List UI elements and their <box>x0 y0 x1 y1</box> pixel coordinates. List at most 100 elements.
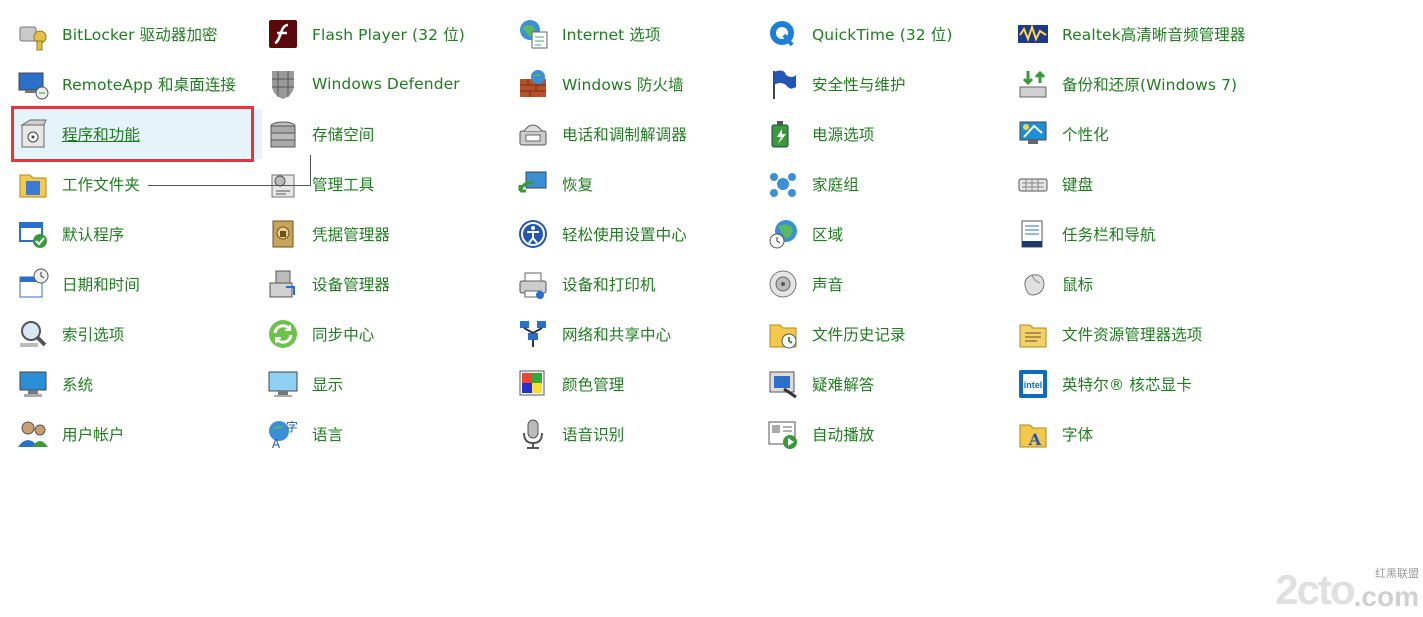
admin-tools-icon <box>266 167 300 201</box>
control-panel-item-label[interactable]: 轻松使用设置中心 <box>562 223 687 245</box>
recovery-icon <box>516 167 550 201</box>
control-panel-item-label[interactable]: 同步中心 <box>312 323 374 345</box>
control-panel-item-label[interactable]: 设备管理器 <box>312 273 390 295</box>
control-panel-item-label[interactable]: 备份和还原(Windows 7) <box>1062 73 1237 95</box>
control-panel-item-network-sharing[interactable]: 网络和共享中心 <box>512 309 762 359</box>
control-panel-item-file-explorer-options[interactable]: 文件资源管理器选项 <box>1012 309 1262 359</box>
control-panel-item-label[interactable]: 声音 <box>812 273 843 295</box>
control-panel-item-label[interactable]: 默认程序 <box>62 223 124 245</box>
network-sharing-icon <box>516 317 550 351</box>
control-panel-item-color-management[interactable]: 颜色管理 <box>512 359 762 409</box>
control-panel-item-label[interactable]: 任务栏和导航 <box>1062 223 1156 245</box>
control-panel-item-bitlocker[interactable]: BitLocker 驱动器加密 <box>12 9 262 59</box>
control-panel-item-label[interactable]: 存储空间 <box>312 123 374 145</box>
devices-printers-icon <box>516 267 550 301</box>
control-panel-item-programs-features[interactable]: 程序和功能 <box>12 109 262 159</box>
control-panel-item-realtek-audio[interactable]: Realtek高清晰音频管理器 <box>1012 9 1262 59</box>
control-panel-item-autoplay[interactable]: 自动播放 <box>762 409 1012 459</box>
control-panel-item-label[interactable]: 语音识别 <box>562 423 624 445</box>
control-panel-item-homegroup[interactable]: 家庭组 <box>762 159 1012 209</box>
control-panel-item-credential-manager[interactable]: 凭据管理器 <box>262 209 512 259</box>
control-panel-item-label[interactable]: 区域 <box>812 223 843 245</box>
control-panel-item-label[interactable]: Flash Player (32 位) <box>312 23 465 45</box>
control-panel-item-label[interactable]: 恢复 <box>562 173 593 195</box>
control-panel-item-sync-center[interactable]: 同步中心 <box>262 309 512 359</box>
control-panel-item-indexing-options[interactable]: 索引选项 <box>12 309 262 359</box>
control-panel-item-label[interactable]: 文件历史记录 <box>812 323 906 345</box>
control-panel-item-label[interactable]: 鼠标 <box>1062 273 1093 295</box>
control-panel-item-backup-restore[interactable]: 备份和还原(Windows 7) <box>1012 59 1262 109</box>
watermark: 2cto 红黑联盟 .com <box>1275 565 1419 611</box>
control-panel-item-language[interactable]: 字 A 语言 <box>262 409 512 459</box>
control-panel-item-label[interactable]: Realtek高清晰音频管理器 <box>1062 23 1246 45</box>
control-panel-item-label[interactable]: 自动播放 <box>812 423 874 445</box>
control-panel-item-sound[interactable]: 声音 <box>762 259 1012 309</box>
control-panel-item-fonts[interactable]: A 字体 <box>1012 409 1262 459</box>
control-panel-item-system[interactable]: 系统 <box>12 359 262 409</box>
control-panel-item-admin-tools[interactable]: 管理工具 <box>262 159 512 209</box>
control-panel-item-speech-recognition[interactable]: 语音识别 <box>512 409 762 459</box>
control-panel-item-label[interactable]: 凭据管理器 <box>312 223 390 245</box>
control-panel-item-label[interactable]: 家庭组 <box>812 173 859 195</box>
control-panel-item-label[interactable]: Internet 选项 <box>562 23 661 45</box>
control-panel-item-label[interactable]: 设备和打印机 <box>562 273 656 295</box>
control-panel-item-personalization[interactable]: 个性化 <box>1012 109 1262 159</box>
control-panel-item-mouse[interactable]: 鼠标 <box>1012 259 1262 309</box>
control-panel-item-label[interactable]: 字体 <box>1062 423 1093 445</box>
control-panel-item-intel-graphics[interactable]: intel 英特尔® 核芯显卡 <box>1012 359 1262 409</box>
control-panel-item-devices-printers[interactable]: 设备和打印机 <box>512 259 762 309</box>
control-panel-item-label[interactable]: 语言 <box>312 423 343 445</box>
control-panel-item-label[interactable]: 颜色管理 <box>562 373 624 395</box>
control-panel-item-label[interactable]: 文件资源管理器选项 <box>1062 323 1202 345</box>
control-panel-item-keyboard[interactable]: 键盘 <box>1012 159 1262 209</box>
control-panel-item-ease-of-access[interactable]: 轻松使用设置中心 <box>512 209 762 259</box>
realtek-audio-icon <box>1016 17 1050 51</box>
control-panel-item-region[interactable]: 区域 <box>762 209 1012 259</box>
control-panel-item-flash-player[interactable]: Flash Player (32 位) <box>262 9 512 59</box>
control-panel-item-label[interactable]: Windows 防火墙 <box>562 73 684 95</box>
control-panel-item-label[interactable]: 管理工具 <box>312 173 374 195</box>
power-options-icon <box>766 117 800 151</box>
control-panel-item-label[interactable]: 键盘 <box>1062 173 1093 195</box>
control-panel-item-label[interactable]: 网络和共享中心 <box>562 323 671 345</box>
control-panel-item-date-time[interactable]: 日期和时间 <box>12 259 262 309</box>
control-panel-item-power-options[interactable]: 电源选项 <box>762 109 1012 159</box>
control-panel-item-firewall[interactable]: Windows 防火墙 <box>512 59 762 109</box>
control-panel-item-windows-defender[interactable]: Windows Defender <box>262 59 512 109</box>
control-panel-item-label[interactable]: 个性化 <box>1062 123 1109 145</box>
control-panel-item-label[interactable]: 程序和功能 <box>62 123 140 145</box>
control-panel-item-internet-options[interactable]: Internet 选项 <box>512 9 762 59</box>
homegroup-icon <box>766 167 800 201</box>
control-panel-item-label[interactable]: 安全性与维护 <box>812 73 906 95</box>
control-panel-item-label[interactable]: 日期和时间 <box>62 273 140 295</box>
control-panel-item-recovery[interactable]: 恢复 <box>512 159 762 209</box>
control-panel-item-file-history[interactable]: 文件历史记录 <box>762 309 1012 359</box>
control-panel-item-remoteapp[interactable]: RemoteApp 和桌面连接 <box>12 59 262 109</box>
control-panel-item-troubleshooting[interactable]: 疑难解答 <box>762 359 1012 409</box>
control-panel-item-security-maintenance-flag[interactable]: 安全性与维护 <box>762 59 1012 109</box>
control-panel-item-default-programs[interactable]: 默认程序 <box>12 209 262 259</box>
control-panel-item-label[interactable]: Windows Defender <box>312 75 460 93</box>
control-panel-item-display[interactable]: 显示 <box>262 359 512 409</box>
control-panel-item-label[interactable]: BitLocker 驱动器加密 <box>62 23 218 45</box>
control-panel-item-label[interactable]: 显示 <box>312 373 343 395</box>
control-panel-item-storage-spaces[interactable]: 存储空间 <box>262 109 512 159</box>
control-panel-item-taskbar-navigation[interactable]: 任务栏和导航 <box>1012 209 1262 259</box>
control-panel-item-label[interactable]: 电源选项 <box>812 123 874 145</box>
control-panel-item-phone-modem[interactable]: 电话和调制解调器 <box>512 109 762 159</box>
control-panel-item-label[interactable]: 英特尔® 核芯显卡 <box>1062 373 1192 395</box>
control-panel-item-label[interactable]: QuickTime (32 位) <box>812 23 953 45</box>
control-panel-item-label[interactable]: 疑难解答 <box>812 373 874 395</box>
control-panel-item-device-manager[interactable]: 设备管理器 <box>262 259 512 309</box>
control-panel-item-label[interactable]: 电话和调制解调器 <box>562 123 687 145</box>
control-panel-item-quicktime[interactable]: QuickTime (32 位) <box>762 9 1012 59</box>
control-panel-item-label[interactable]: RemoteApp 和桌面连接 <box>62 73 236 95</box>
programs-features-icon <box>16 117 50 151</box>
control-panel-item-label[interactable]: 索引选项 <box>62 323 124 345</box>
control-panel-item-label[interactable]: 系统 <box>62 373 93 395</box>
control-panel-item-label[interactable]: 用户帐户 <box>62 423 124 445</box>
control-panel-item-user-accounts[interactable]: 用户帐户 <box>12 409 262 459</box>
control-panel-item-label[interactable]: 工作文件夹 <box>62 173 140 195</box>
control-panel-item-work-folders[interactable]: 工作文件夹 <box>12 159 262 209</box>
intel-graphics-icon: intel <box>1016 367 1050 401</box>
